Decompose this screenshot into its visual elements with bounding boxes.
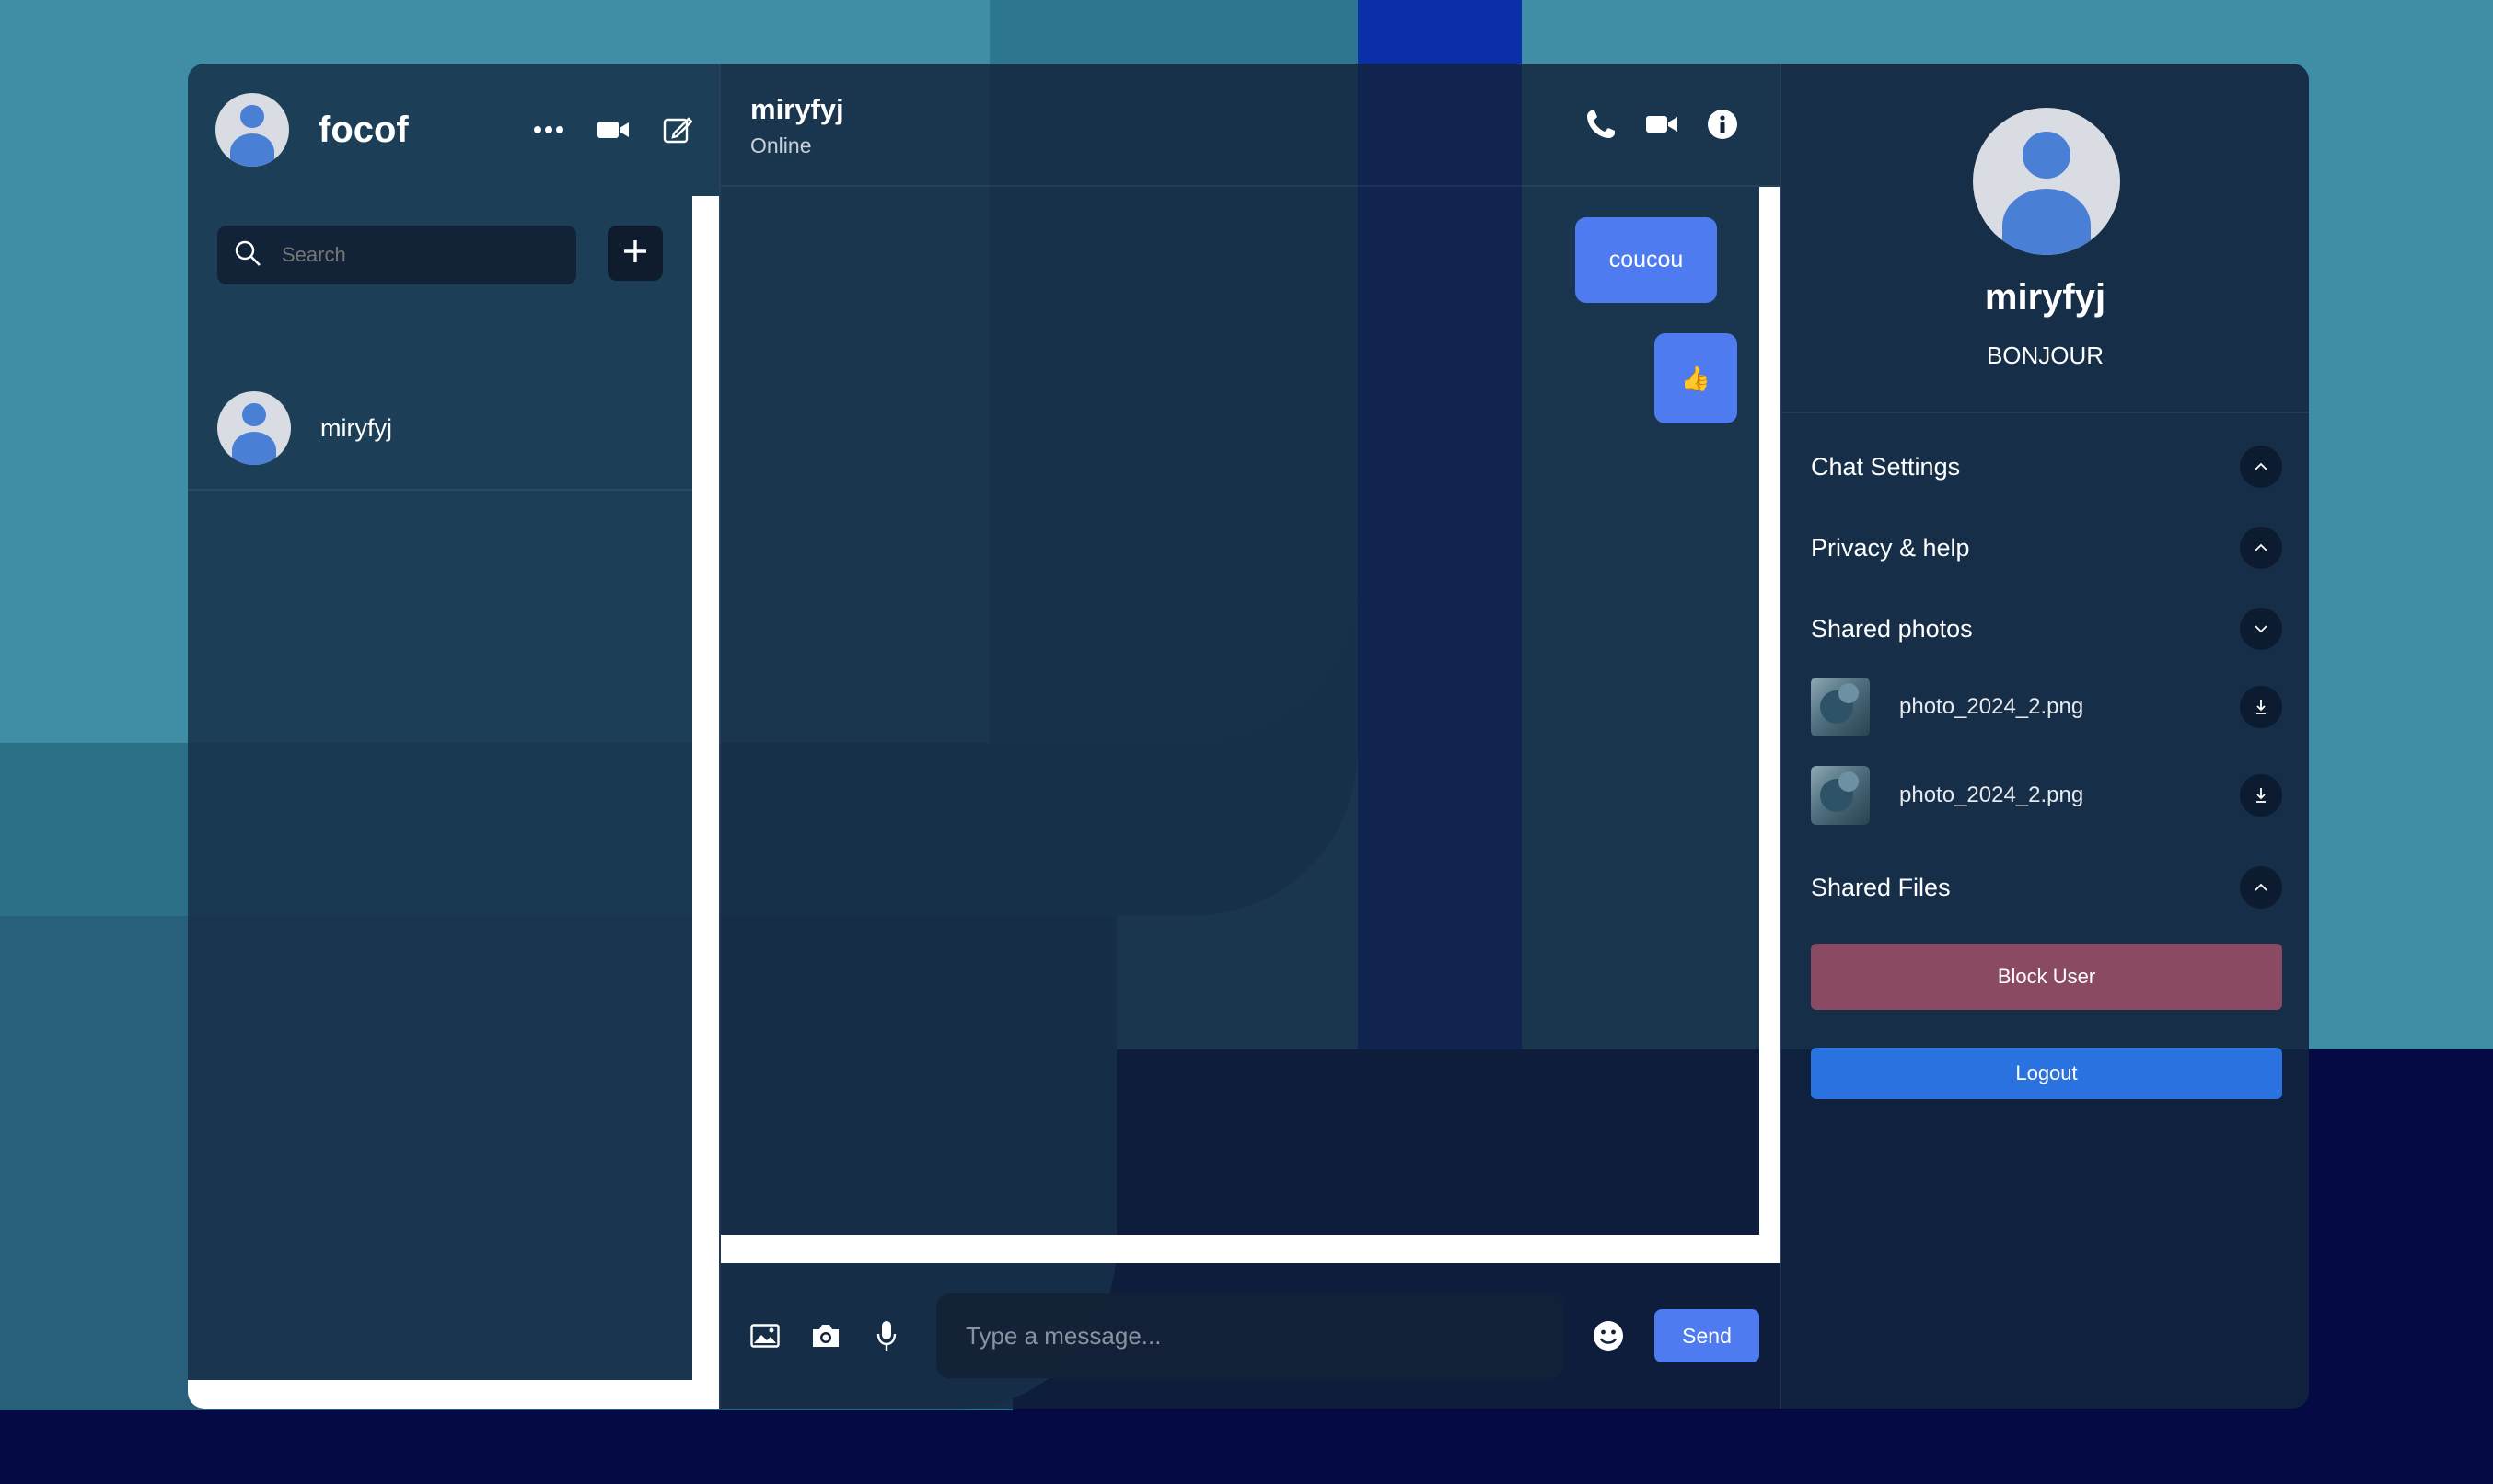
shared-photo-item[interactable]: photo_2024_2.png [1811, 766, 2282, 825]
message-bubble-sent[interactable]: coucou [1575, 217, 1717, 303]
search-icon [234, 239, 261, 271]
more-icon[interactable] [532, 113, 565, 146]
image-icon[interactable] [748, 1319, 782, 1352]
section-label: Chat Settings [1811, 452, 1961, 481]
profile-bio: BONJOUR [1986, 342, 2105, 369]
chevron-up-icon[interactable] [2240, 446, 2282, 488]
video-camera-icon[interactable] [597, 113, 630, 146]
section-shared-files[interactable]: Shared Files [1811, 866, 2282, 909]
profile-header: miryfyj BONJOUR [1781, 64, 2309, 413]
scrollbar[interactable] [188, 1380, 719, 1409]
sidebar-header: focof [215, 91, 694, 168]
chat-header: miryfyj Online [721, 64, 1780, 187]
download-icon[interactable] [2240, 774, 2282, 817]
scrollbar[interactable] [692, 196, 719, 1409]
avatar [1973, 108, 2120, 255]
info-icon[interactable] [1706, 108, 1739, 141]
plus-icon [622, 238, 648, 268]
chevron-up-icon[interactable] [2240, 527, 2282, 569]
section-privacy-help[interactable]: Privacy & help [1811, 527, 2282, 569]
photo-thumbnail[interactable] [1811, 766, 1870, 825]
scrollbar[interactable] [1759, 187, 1781, 1263]
section-shared-photos[interactable]: Shared photos [1811, 608, 2282, 650]
current-username: focof [319, 109, 409, 150]
block-user-button[interactable]: Block User [1811, 944, 2282, 1010]
section-label: Shared Files [1811, 873, 1951, 901]
scrollbar[interactable] [721, 1235, 1781, 1263]
message-composer: Send [721, 1263, 1780, 1409]
list-item[interactable]: miryfyj [188, 367, 692, 491]
photo-filename: photo_2024_2.png [1899, 783, 2084, 807]
details-panel: miryfyj BONJOUR Chat Settings Privacy & … [1780, 64, 2309, 1409]
photo-thumbnail[interactable] [1811, 678, 1870, 736]
section-chat-settings[interactable]: Chat Settings [1811, 446, 2282, 488]
add-contact-button[interactable] [608, 226, 663, 281]
section-label: Shared photos [1811, 614, 1973, 643]
photo-filename: photo_2024_2.png [1899, 694, 2084, 719]
send-button[interactable]: Send [1654, 1309, 1759, 1362]
chevron-up-icon[interactable] [2240, 866, 2282, 909]
avatar[interactable] [215, 93, 289, 167]
contact-name: miryfyj [320, 413, 392, 442]
search-box [217, 226, 576, 284]
profile-name: miryfyj [1984, 277, 2106, 318]
download-icon[interactable] [2240, 686, 2282, 728]
chat-app-window: focof Search miryfyj miryfyj Online couc… [188, 64, 2309, 1409]
shared-photo-item[interactable]: photo_2024_2.png [1811, 678, 2282, 736]
video-camera-icon[interactable] [1645, 108, 1678, 141]
logout-button[interactable]: Logout [1811, 1048, 2282, 1099]
section-label: Privacy & help [1811, 533, 1970, 562]
microphone-icon[interactable] [870, 1319, 903, 1352]
camera-icon[interactable] [809, 1319, 842, 1352]
message-bubble-sent[interactable]: 👍 [1654, 333, 1737, 423]
search-input[interactable] [282, 243, 558, 267]
chat-panel: miryfyj Online coucou 👍 Type a message..… [719, 64, 1781, 1409]
avatar [217, 391, 291, 465]
emoji-icon[interactable] [1592, 1319, 1625, 1352]
conversations-sidebar: focof Search miryfyj [188, 64, 719, 1409]
chevron-down-icon[interactable] [2240, 608, 2282, 650]
phone-icon[interactable] [1584, 108, 1618, 141]
message-input[interactable] [936, 1293, 1564, 1378]
compose-icon[interactable] [661, 113, 694, 146]
